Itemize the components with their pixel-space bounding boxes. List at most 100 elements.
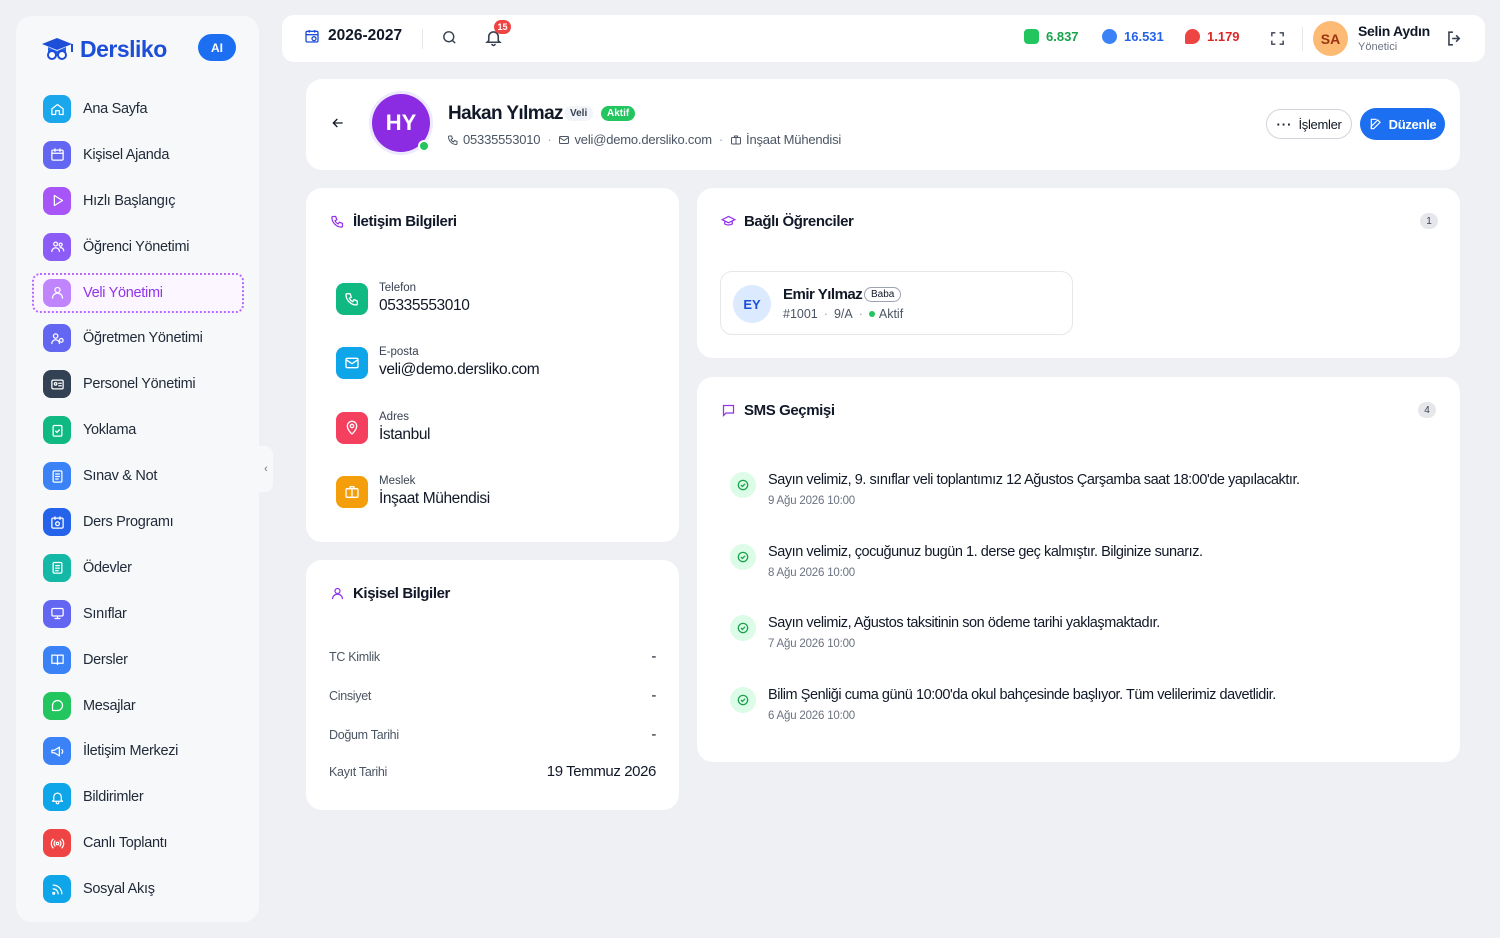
sidebar-item-3[interactable]: Hızlı Başlangıç [32,181,244,221]
book-icon [43,645,71,674]
sidebar-item-2[interactable]: Kişisel Ajanda [32,135,244,175]
personal-info-card: Kişisel Bilgiler TC Kimlik - Cinsiyet - Doğu… [306,560,679,810]
separator: · [547,132,552,147]
sidebar-item-13[interactable]: Dersler [32,640,244,680]
fullscreen-icon [1271,32,1284,45]
sidebar-item-8[interactable]: Yoklama [32,410,244,450]
graduation-cap-icon [721,215,736,226]
edit-button[interactable]: Düzenle [1360,108,1445,140]
stat-gems[interactable]: 16.531 [1102,29,1164,44]
sidebar-item-label: Sınıflar [83,605,127,622]
parent-email: veli@demo.dersliko.com [574,132,712,147]
sidebar-item-label: Personel Yönetimi [83,376,196,393]
student-card[interactable]: EY Emir Yılmaz Baba #1001 · 9/A · Aktif [720,271,1073,335]
calendar-clock-icon [305,30,319,43]
phone-icon [336,282,368,315]
sms-text: Sayın velimiz, 9. sınıflar veli toplantı… [768,472,1300,488]
student-class: 9/A [833,307,853,321]
logout-icon [1448,31,1461,46]
sidebar-item-label: Bildirimler [83,789,144,806]
actions-label: İşlemler [1298,116,1342,132]
academic-year-selector[interactable]: 2026-2027 [304,27,402,45]
topbar: 2026-2027 15 6.837 16.531 1.179 SA Selin… [282,15,1485,62]
personal-label: Kayıt Tarihi [329,764,388,779]
personal-row: Cinsiyet - [329,687,656,704]
teacher-icon [43,324,71,353]
fullscreen-button[interactable] [1269,30,1286,52]
check-circle-icon [730,615,756,641]
stat-money[interactable]: 6.837 [1024,29,1079,44]
sms-card-title: SMS Geçmişi [721,402,835,419]
sidebar-item-18[interactable]: Sosyal Akış [32,869,244,909]
back-button[interactable] [330,115,346,136]
student-meta: #1001 · 9/A · Aktif [783,307,903,321]
sidebar-item-11[interactable]: Ödevler [32,548,244,588]
parent-name: Hakan Yılmaz [448,103,564,124]
megaphone-icon [43,737,71,766]
academic-year: 2026-2027 [328,27,403,44]
user-icon [331,587,344,600]
sms-text: Sayın velimiz, Ağustos taksitinin son öd… [768,615,1160,631]
bell-icon [43,783,71,812]
contact-row-meslek: Meslek İnşaat Mühendisi [336,475,490,508]
sidebar-item-15[interactable]: İletişim Merkezi [32,731,244,771]
sidebar-item-label: Sınav & Not [83,468,158,485]
stat-fire[interactable]: 1.179 [1185,29,1240,44]
actions-button[interactable]: ··· İşlemler [1266,109,1352,139]
search-icon [443,31,456,44]
sidebar-item-17[interactable]: Canlı Toplantı [32,823,244,863]
separator: · [823,307,828,321]
parent-header-card: HY Hakan Yılmaz Veli Aktif 05335553010 ·… [306,79,1460,170]
separator: · [718,132,724,147]
divider [1302,27,1303,51]
personal-value: - [651,648,656,665]
contact-label: E-posta [379,346,419,358]
broadcast-icon [43,829,71,858]
sms-text: Bilim Şenliği cuma günü 10:00'da okul ba… [768,687,1276,703]
check-circle-icon [730,687,756,713]
sidebar-nav: Ana Sayfa Kişisel Ajanda Hızlı Başlangıç Öğ… [32,89,244,915]
search-button[interactable] [441,29,458,51]
sidebar-item-12[interactable]: Sınıflar [32,594,244,634]
sms-count-badge: 4 [1418,402,1436,418]
user-avatar[interactable]: SA [1313,21,1348,56]
sidebar-item-label: Ana Sayfa [83,101,148,117]
sidebar-item-7[interactable]: Personel Yönetimi [32,364,244,404]
personal-row: Doğum Tarihi - [329,726,656,743]
contact-row-adres: Adres İstanbul [336,411,430,444]
sidebar-item-label: İletişim Merkezi [83,743,179,760]
personal-row: Kayıt Tarihi 19 Temmuz 2026 [329,763,656,780]
gem-icon [1102,29,1117,44]
contact-text: Telefon 05335553010 [379,282,470,315]
users-icon [43,232,71,261]
logo-text: Dersliko [80,35,167,62]
sidebar-item-label: Hızlı Başlangıç [83,192,176,209]
sms-date: 8 Ağu 2026 10:00 [768,567,855,579]
card-title-text: Kişisel Bilgiler [353,585,450,602]
personal-card-title: Kişisel Bilgiler [330,585,450,602]
fire-icon [1185,29,1200,44]
sms-text: Sayın velimiz, çocuğunuz bugün 1. derse … [768,544,1203,560]
personal-label: Doğum Tarihi [329,727,399,742]
sidebar-item-5[interactable]: Veli Yönetimi [32,272,244,313]
sidebar-item-10[interactable]: Ders Programı [32,502,244,542]
sidebar-item-16[interactable]: Bildirimler [32,777,244,817]
sidebar-item-label: Kişisel Ajanda [83,146,170,163]
sidebar-item-14[interactable]: Mesajlar [32,686,244,726]
sidebar-item-4[interactable]: Öğrenci Yönetimi [32,227,244,267]
sidebar-item-9[interactable]: Sınav & Not [32,456,244,496]
status-dot [868,311,875,317]
role-tag: Veli [564,106,594,121]
sidebar-collapse-button[interactable]: ‹ [259,446,273,492]
separator: · [858,307,863,321]
contact-card-title: İletişim Bilgileri [330,213,457,230]
personal-value: 19 Temmuz 2026 [546,763,657,780]
contact-label: Adres [379,411,410,423]
ai-button[interactable]: AI [198,34,236,61]
sidebar-item-1[interactable]: Ana Sayfa [32,89,244,129]
sms-date: 6 Ağu 2026 10:00 [768,710,855,722]
monitor-icon [43,599,71,628]
parent-job: İnşaat Mühendisi [746,132,842,147]
logout-button[interactable] [1445,29,1464,53]
sidebar-item-6[interactable]: Öğretmen Yönetimi [32,318,244,358]
